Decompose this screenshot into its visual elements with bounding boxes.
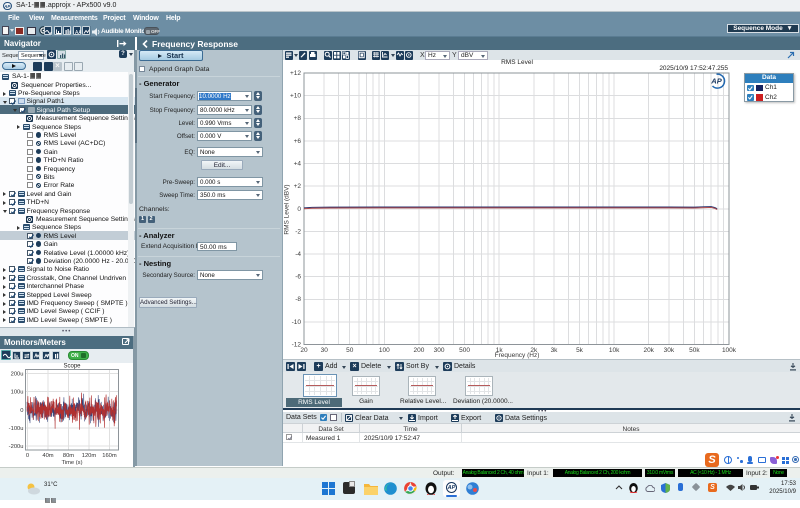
svg-text:Frequency (Hz): Frequency (Hz) <box>495 352 540 359</box>
svg-text:0: 0 <box>297 206 301 213</box>
svg-text:-2: -2 <box>295 228 301 235</box>
svg-text:200: 200 <box>413 347 424 354</box>
svg-text:40m: 40m <box>42 453 53 459</box>
svg-text:200u: 200u <box>11 372 24 378</box>
svg-text:20: 20 <box>300 347 308 354</box>
svg-text:+2: +2 <box>294 183 302 190</box>
svg-text:-4: -4 <box>295 251 301 258</box>
svg-text:-200u: -200u <box>9 444 24 450</box>
svg-text:20k: 20k <box>643 347 654 354</box>
svg-text:Time (s): Time (s) <box>61 460 82 466</box>
svg-text:+10: +10 <box>290 93 301 100</box>
svg-text:3k: 3k <box>551 347 559 354</box>
svg-text:+6: +6 <box>294 138 302 145</box>
svg-text:AP: AP <box>710 77 722 86</box>
svg-text:-10: -10 <box>292 319 302 326</box>
svg-text:RMS Level: RMS Level <box>501 59 533 66</box>
svg-text:-6: -6 <box>295 274 301 281</box>
svg-text:160m: 160m <box>102 453 117 459</box>
svg-text:0: 0 <box>26 453 29 459</box>
svg-text:-100u: -100u <box>9 426 24 432</box>
svg-text:500: 500 <box>459 347 470 354</box>
svg-text:30k: 30k <box>664 347 675 354</box>
svg-text:-8: -8 <box>295 296 301 303</box>
svg-text:5k: 5k <box>576 347 584 354</box>
svg-text:30: 30 <box>321 347 329 354</box>
svg-text:AA: AA <box>75 30 81 36</box>
svg-text:+12: +12 <box>290 70 301 77</box>
svg-text:50: 50 <box>346 347 354 354</box>
svg-text:50k: 50k <box>689 347 700 354</box>
svg-text:0: 0 <box>20 408 23 414</box>
svg-text:300: 300 <box>434 347 445 354</box>
svg-text:100u: 100u <box>11 390 24 396</box>
svg-text:+4: +4 <box>294 161 302 168</box>
svg-text:80m: 80m <box>63 453 74 459</box>
svg-text:10k: 10k <box>609 347 620 354</box>
svg-text:100k: 100k <box>722 347 737 354</box>
svg-text:Scope: Scope <box>63 364 81 370</box>
svg-text:+8: +8 <box>294 115 302 122</box>
svg-text:2025/10/9 17:52:47.255: 2025/10/9 17:52:47.255 <box>659 65 728 72</box>
svg-text:100: 100 <box>379 347 390 354</box>
svg-text:120m: 120m <box>82 453 97 459</box>
